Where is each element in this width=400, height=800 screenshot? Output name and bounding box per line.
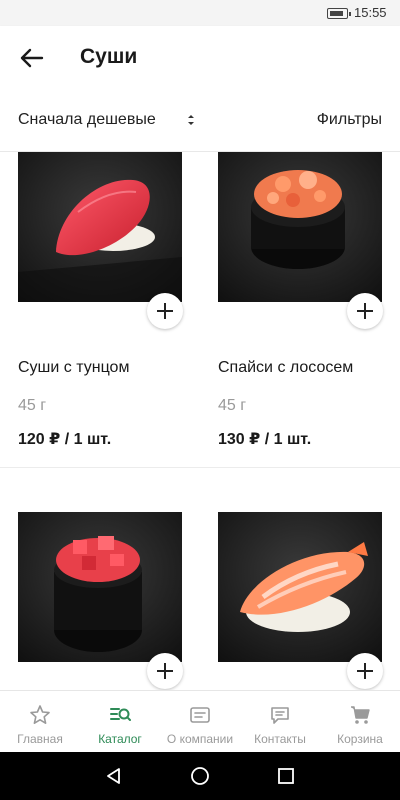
system-home-icon[interactable]	[190, 766, 210, 786]
product-price: 130 ₽ / 1 шт.	[218, 431, 312, 448]
product-catalog: Суши с тунцом 45 г 120 ₽ / 1 шт. Спайси …	[0, 152, 400, 690]
product-image[interactable]	[218, 152, 382, 302]
filters-button[interactable]: Фильтры	[317, 111, 382, 129]
add-to-cart-button[interactable]	[347, 653, 383, 689]
product-name: Суши с тунцом	[18, 359, 130, 376]
product-image[interactable]	[218, 512, 382, 662]
system-back-icon[interactable]	[104, 766, 124, 786]
spicy-salmon-gunkan-image	[218, 152, 382, 302]
add-to-cart-button[interactable]	[147, 293, 183, 329]
product-weight: 45 г	[18, 397, 47, 414]
back-button[interactable]	[18, 46, 46, 70]
star-icon	[30, 705, 50, 724]
nav-label: Корзина	[337, 732, 383, 746]
bottom-navigation: Главная Каталог О компании Контакты Корз…	[0, 690, 400, 752]
product-row: Суши с тунцом 45 г 120 ₽ / 1 шт. Спайси …	[0, 152, 400, 468]
arrow-left-icon	[20, 48, 44, 68]
nav-label: Каталог	[98, 732, 142, 746]
info-card-icon	[190, 707, 210, 723]
nav-label: Главная	[17, 732, 63, 746]
nav-item-catalog[interactable]: Каталог	[80, 691, 160, 753]
sort-bar: Сначала дешевые Фильтры	[0, 90, 400, 152]
tuna-sushi-image	[18, 152, 182, 302]
cart-icon	[351, 706, 370, 724]
system-recents-icon[interactable]	[276, 766, 296, 786]
page-title: Суши	[80, 45, 138, 68]
product-image[interactable]	[18, 152, 182, 302]
nav-label: О компании	[166, 732, 234, 746]
nav-item-cart[interactable]: Корзина	[320, 691, 400, 753]
battery-icon	[327, 8, 351, 19]
product-price: 120 ₽ / 1 шт.	[18, 431, 112, 448]
shrimp-sushi-image	[218, 512, 382, 662]
product-card[interactable]: Суши с тунцом 45 г 120 ₽ / 1 шт.	[18, 152, 183, 452]
status-bar: 15:55	[0, 0, 400, 26]
nav-item-home[interactable]: Главная	[0, 691, 80, 753]
add-to-cart-button[interactable]	[347, 293, 383, 329]
product-card[interactable]	[218, 512, 383, 690]
add-to-cart-button[interactable]	[147, 653, 183, 689]
product-image[interactable]	[18, 512, 182, 662]
product-name: Спайси с лососем	[218, 359, 354, 376]
product-card[interactable]	[18, 512, 183, 690]
sort-select[interactable]: Сначала дешевые	[18, 111, 156, 129]
system-navigation-bar	[0, 752, 400, 800]
chat-icon	[271, 707, 289, 724]
product-row	[0, 512, 400, 690]
status-time: 15:55	[354, 5, 387, 20]
catalog-search-icon	[110, 708, 131, 721]
product-weight: 45 г	[218, 397, 247, 414]
sort-arrows-icon[interactable]	[186, 112, 196, 128]
app-bar: Суши	[0, 26, 400, 90]
nav-item-about[interactable]: О компании	[160, 691, 240, 753]
nav-item-contacts[interactable]: Контакты	[240, 691, 320, 753]
product-card[interactable]: Спайси с лососем 45 г 130 ₽ / 1 шт.	[218, 152, 383, 452]
tuna-gunkan-image	[18, 512, 182, 662]
nav-label: Контакты	[254, 732, 306, 746]
